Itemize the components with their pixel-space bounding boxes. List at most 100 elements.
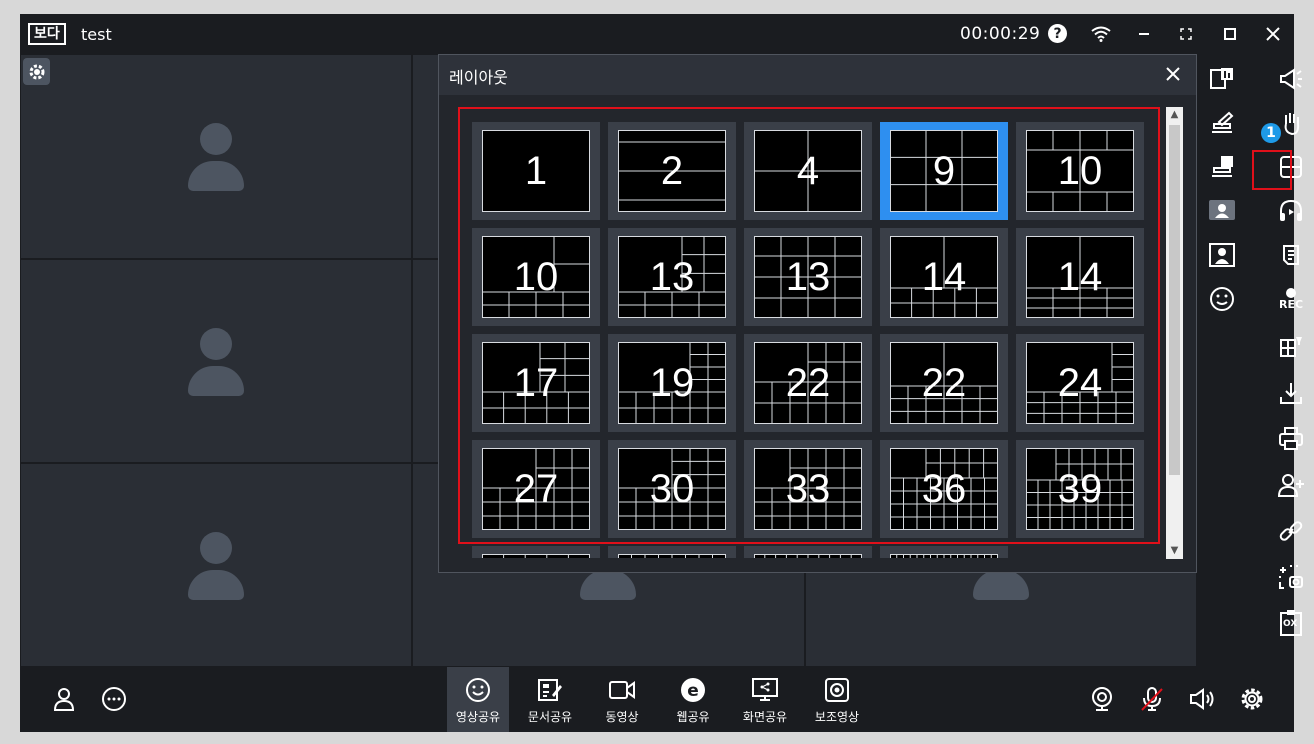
- scroll-up-arrow-icon[interactable]: ▲: [1166, 107, 1183, 123]
- scroll-thumb[interactable]: [1169, 125, 1180, 475]
- emoji-icon[interactable]: [1205, 282, 1239, 316]
- layout-option[interactable]: 30: [608, 440, 736, 538]
- vote-icon[interactable]: [1205, 150, 1239, 184]
- layout-option[interactable]: 36: [880, 440, 1008, 538]
- tile-settings-icon[interactable]: [23, 58, 50, 85]
- notes-icon[interactable]: [1274, 238, 1308, 272]
- layout-count: 36: [921, 466, 967, 511]
- invite-user-icon[interactable]: [1274, 468, 1308, 502]
- profile-card-icon[interactable]: [1205, 238, 1239, 272]
- layout-count: 33: [785, 466, 831, 511]
- announcement-icon[interactable]: [1274, 62, 1308, 96]
- audio-share-icon[interactable]: [1274, 194, 1308, 228]
- participants-icon[interactable]: [50, 685, 78, 713]
- video-file-label: 동영상: [605, 710, 639, 724]
- video-tile[interactable]: [20, 259, 412, 463]
- chat-icon[interactable]: [100, 685, 128, 713]
- web-share-button[interactable]: e 웹공유: [662, 667, 724, 732]
- secondary-video-button[interactable]: 보조영상: [806, 667, 868, 732]
- layout-scrollbar[interactable]: ▲ ▼: [1166, 107, 1183, 559]
- layout-option[interactable]: 13: [608, 228, 736, 326]
- layout-option[interactable]: 22: [880, 334, 1008, 432]
- web-share-label: 웹공유: [676, 710, 710, 724]
- layout-option[interactable]: 22: [744, 334, 872, 432]
- dialog-header: 레이아웃: [439, 55, 1196, 95]
- layout-option[interactable]: 39: [1016, 440, 1144, 538]
- video-share-button[interactable]: 영상공유: [447, 667, 509, 732]
- help-icon[interactable]: ?: [1048, 24, 1067, 43]
- layout-option[interactable]: [880, 546, 1008, 558]
- layout-count: 10: [513, 254, 559, 299]
- video-file-button[interactable]: 동영상: [591, 667, 653, 732]
- web-icon: e: [681, 678, 705, 702]
- layout-option[interactable]: 14: [1016, 228, 1144, 326]
- layout-count: 24: [1057, 360, 1103, 405]
- layout-preview: [754, 554, 862, 558]
- layout-option[interactable]: [472, 546, 600, 558]
- document-share-button[interactable]: 문서공유: [519, 667, 581, 732]
- video-tile[interactable]: [20, 463, 412, 667]
- layout-option[interactable]: 19: [608, 334, 736, 432]
- layout-count: 13: [649, 254, 695, 299]
- layout-option[interactable]: 24: [1016, 334, 1144, 432]
- layout-option[interactable]: [744, 546, 872, 558]
- ox-label: OX: [1283, 619, 1298, 629]
- secondary-camera-icon: [825, 678, 849, 702]
- annotation-icon[interactable]: [1205, 106, 1239, 140]
- layout-option[interactable]: 10: [472, 228, 600, 326]
- layout-option[interactable]: 10: [1016, 122, 1144, 220]
- layout-option[interactable]: 13: [744, 228, 872, 326]
- close-icon[interactable]: [1261, 22, 1285, 46]
- poll-icon[interactable]: [1205, 62, 1239, 96]
- layout-option[interactable]: 4: [744, 122, 872, 220]
- download-icon[interactable]: [1274, 376, 1308, 410]
- layout-option[interactable]: 17: [472, 334, 600, 432]
- video-tile[interactable]: [20, 54, 412, 259]
- speaker-icon[interactable]: [1188, 685, 1216, 713]
- scroll-down-arrow-icon[interactable]: ▼: [1166, 543, 1183, 559]
- webcam-icon[interactable]: [1088, 685, 1116, 713]
- ox-quiz-icon[interactable]: OX: [1274, 606, 1308, 640]
- link-icon[interactable]: [1274, 514, 1308, 548]
- layout-preview: [482, 554, 590, 558]
- fullscreen-icon[interactable]: [1174, 22, 1198, 46]
- layout-count: 39: [1057, 466, 1103, 511]
- screen-share-button[interactable]: 화면공유: [734, 667, 796, 732]
- layout-option[interactable]: 2: [608, 122, 736, 220]
- layout-preview: [890, 554, 998, 558]
- layout-count: 1: [524, 148, 548, 193]
- layout-button-highlight: [1252, 150, 1292, 190]
- layout-count: 22: [921, 360, 967, 405]
- pin-layout-icon[interactable]: [1274, 330, 1308, 364]
- layout-count: 22: [785, 360, 831, 405]
- video-camera-icon: [609, 681, 635, 699]
- layout-option[interactable]: 9: [880, 122, 1008, 220]
- presenter-view-icon[interactable]: [1205, 194, 1239, 228]
- screen-capture-icon[interactable]: [1274, 560, 1308, 594]
- bottom-toolbar: 영상공유 문서공유 동영상 e 웹공유 화면공유 보조영상: [20, 667, 1294, 732]
- layout-count: 13: [785, 254, 831, 299]
- settings-icon[interactable]: [1238, 685, 1266, 713]
- minimize-icon[interactable]: [1132, 22, 1156, 46]
- record-icon[interactable]: REC: [1274, 282, 1308, 316]
- maximize-icon[interactable]: [1218, 22, 1242, 46]
- dialog-title: 레이아웃: [449, 68, 508, 87]
- record-label: REC: [1278, 298, 1304, 311]
- dialog-close-icon[interactable]: [1162, 63, 1184, 85]
- layout-option[interactable]: [608, 546, 736, 558]
- screen-share-label: 화면공유: [742, 710, 788, 724]
- wifi-icon: [1089, 22, 1113, 46]
- layout-option[interactable]: 1: [472, 122, 600, 220]
- smile-icon: [466, 678, 490, 702]
- print-icon[interactable]: [1274, 422, 1308, 456]
- layout-count: 2: [660, 148, 684, 193]
- meeting-title: test: [81, 25, 112, 44]
- layout-option[interactable]: 33: [744, 440, 872, 538]
- layout-count: 30: [649, 466, 695, 511]
- layout-option[interactable]: 14: [880, 228, 1008, 326]
- layout-count: 14: [921, 254, 967, 299]
- layout-option[interactable]: 27: [472, 440, 600, 538]
- user-avatar-icon: [186, 328, 246, 398]
- microphone-muted-icon[interactable]: [1138, 685, 1166, 713]
- layout-count: 4: [796, 148, 820, 193]
